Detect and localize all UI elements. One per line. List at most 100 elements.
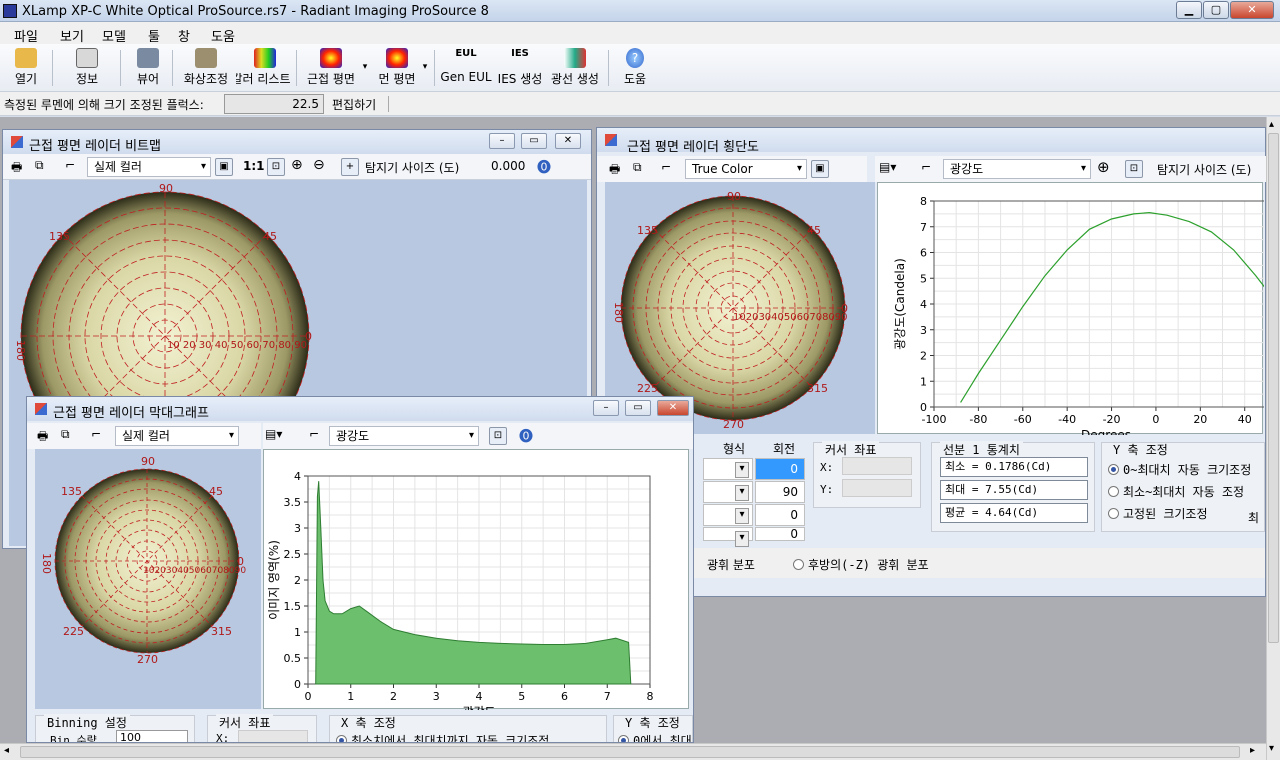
- menu-view[interactable]: 보기: [60, 26, 84, 45]
- chart-options-icon[interactable]: ▤▾: [265, 427, 282, 441]
- color-list-button[interactable]: 칼러 리스트: [236, 48, 294, 87]
- cursor-tool-icon[interactable]: ⌐: [309, 427, 319, 441]
- cursor-tool-icon[interactable]: ⌐: [65, 158, 75, 172]
- help-button[interactable]: ? 도움: [616, 48, 654, 87]
- color-mode-select[interactable]: 실제 컬러: [87, 157, 211, 177]
- type-select-3[interactable]: [703, 504, 753, 526]
- hist-help-icon[interactable]: ⓿: [519, 426, 533, 446]
- scroll-left-arrow[interactable]: ◂: [4, 745, 9, 756]
- radiance-dist-label[interactable]: 광휘 분포: [707, 556, 755, 573]
- scroll-right-arrow[interactable]: ▸: [1250, 745, 1255, 756]
- hist-xaxis-title: X 축 조정: [338, 716, 399, 731]
- menu-window[interactable]: 창: [178, 26, 190, 45]
- palette-icon[interactable]: ▣: [811, 160, 829, 178]
- zoom-out-icon[interactable]: ⊖: [313, 157, 325, 173]
- close-button[interactable]: ✕: [1230, 1, 1274, 19]
- menu-file[interactable]: 파일: [14, 26, 38, 45]
- cross-right-toolbar: ▤▾ ⌐ 광강도 ⊕ ⊡ 탐지기 사이즈 (도): [875, 156, 1267, 182]
- bin-count-input[interactable]: 100: [116, 730, 188, 742]
- hist-minimize[interactable]: –: [593, 400, 619, 416]
- flux-edit-link[interactable]: 편집하기: [332, 96, 376, 113]
- menu-tools[interactable]: 툴: [148, 26, 160, 45]
- y-tick-label: 2: [294, 574, 301, 587]
- stats-group: 선분 1 통계치 최소 = 0.1786(Cd) 최대 = 7.55(Cd) 평…: [931, 441, 1095, 532]
- stats-title: 선분 1 통계치: [940, 441, 1023, 458]
- bitmap-minimize[interactable]: –: [489, 133, 515, 149]
- print-icon[interactable]: 🖶: [609, 160, 620, 181]
- label-135: 135: [49, 230, 70, 243]
- copy-icon[interactable]: ⧉: [61, 427, 70, 442]
- print-icon[interactable]: 🖶: [11, 158, 22, 179]
- zoom-1to1-button[interactable]: 1:1: [243, 159, 265, 173]
- type-select-4[interactable]: [703, 527, 753, 547]
- viewer-icon: [137, 48, 159, 68]
- near-field-button[interactable]: 근접 평면: [302, 48, 360, 87]
- crosshair-icon[interactable]: ⊕: [1097, 158, 1110, 176]
- menu-model[interactable]: 모델: [102, 26, 126, 45]
- horizontal-scrollbar[interactable]: ◂ ▸: [0, 743, 1266, 760]
- rotate-cell-2[interactable]: 90: [755, 481, 805, 503]
- type-select-1[interactable]: [703, 458, 753, 480]
- scroll-up-arrow[interactable]: ▴: [1269, 119, 1274, 130]
- hist-xaxis-auto-radio[interactable]: 최소치에서 최대치까지 자동 크기조정: [336, 732, 549, 742]
- image-adjust-button[interactable]: 화상조정: [180, 48, 232, 87]
- rotate-cell-4[interactable]: 0: [755, 527, 805, 541]
- x-tick-label: 6: [561, 690, 568, 703]
- palette-icon[interactable]: ▣: [215, 158, 233, 176]
- bitmap-restore[interactable]: ▭: [521, 133, 547, 149]
- far-field-dropdown[interactable]: ▾: [420, 62, 430, 72]
- hist-yaxis-auto-radio[interactable]: 0에서 최대: [618, 732, 692, 742]
- hist-close[interactable]: ✕: [657, 400, 689, 416]
- detector-icon[interactable]: +: [341, 158, 359, 176]
- horizontal-scroll-thumb[interactable]: [20, 746, 1240, 758]
- rotate-cell-1[interactable]: 0: [755, 458, 805, 480]
- color-list-icon: [254, 48, 276, 68]
- bitmap-help-icon[interactable]: ⓿: [537, 157, 551, 177]
- hist-cursor-group: 커서 좌표 X:: [207, 714, 317, 742]
- copy-icon[interactable]: ⧉: [633, 160, 642, 175]
- copy-icon[interactable]: ⧉: [35, 158, 44, 173]
- rotate-cell-3[interactable]: 0: [755, 504, 805, 526]
- chart-options-icon[interactable]: ▤▾: [879, 160, 896, 174]
- yaxis-title: Y 축 조정: [1110, 443, 1171, 458]
- info-button[interactable]: 정보: [62, 48, 112, 87]
- yaxis-fixed-radio[interactable]: 고정된 크기조정: [1108, 505, 1208, 522]
- fit-icon[interactable]: ⊡: [489, 427, 507, 445]
- ies-button[interactable]: IES IES 생성: [494, 48, 546, 87]
- cursor-tool-icon[interactable]: ⌐: [91, 427, 101, 441]
- open-folder-icon: [15, 48, 37, 68]
- menu-help[interactable]: 도움: [211, 26, 235, 45]
- bitmap-toolbar: 🖶 ⧉ ⌐ 실제 컬러 ▣ 1:1 ⊡ ⊕ ⊖ + 탐지기 사이즈 (도) 0.…: [3, 154, 591, 180]
- hist-restore[interactable]: ▭: [625, 400, 651, 416]
- vertical-scroll-thumb[interactable]: [1268, 133, 1279, 643]
- minimize-button[interactable]: ▁: [1176, 1, 1202, 19]
- scroll-down-arrow[interactable]: ▾: [1269, 743, 1274, 754]
- viewer-button[interactable]: 뷰어: [128, 48, 168, 87]
- cross-quantity-select[interactable]: 광강도: [943, 159, 1091, 179]
- print-icon[interactable]: 🖶: [37, 427, 48, 448]
- zoom-in-icon[interactable]: ⊕: [291, 157, 303, 173]
- far-field-button[interactable]: 먼 평면: [374, 48, 420, 87]
- bitmap-close[interactable]: ✕: [555, 133, 581, 149]
- fit-icon[interactable]: ⊡: [267, 158, 285, 176]
- cursor-tool-icon[interactable]: ⌐: [661, 160, 671, 174]
- label-315: 315: [211, 625, 232, 638]
- open-button[interactable]: 열기: [6, 48, 46, 87]
- yaxis-auto-minmax-radio[interactable]: 최소~최대치 자동 조정: [1108, 483, 1244, 500]
- hist-yaxis-title: Y 축 조정: [622, 716, 683, 731]
- ray-button[interactable]: 광선 생성: [548, 48, 602, 87]
- cursor-tool-icon[interactable]: ⌐: [921, 160, 931, 174]
- fit-icon[interactable]: ⊡: [1125, 160, 1143, 178]
- cross-color-mode-select[interactable]: True Color: [685, 159, 807, 179]
- back-radiance-radio[interactable]: 후방의(-Z) 광휘 분포: [793, 556, 929, 573]
- vertical-scrollbar[interactable]: ▴ ▾: [1266, 117, 1280, 760]
- type-select-2[interactable]: [703, 481, 753, 503]
- yaxis-auto-zero-radio[interactable]: 0~최대치 자동 크기조정: [1108, 461, 1251, 478]
- info-icon: [76, 48, 98, 68]
- hist-quantity-select[interactable]: 광강도: [329, 426, 479, 446]
- hist-title: 근접 평면 레이더 막대그래프: [53, 406, 209, 421]
- hist-color-mode-select[interactable]: 실제 컬러: [115, 426, 239, 446]
- near-field-dropdown[interactable]: ▾: [360, 62, 370, 72]
- gen-eul-button[interactable]: EUL Gen EUL: [440, 48, 492, 84]
- maximize-button[interactable]: ▢: [1203, 1, 1229, 19]
